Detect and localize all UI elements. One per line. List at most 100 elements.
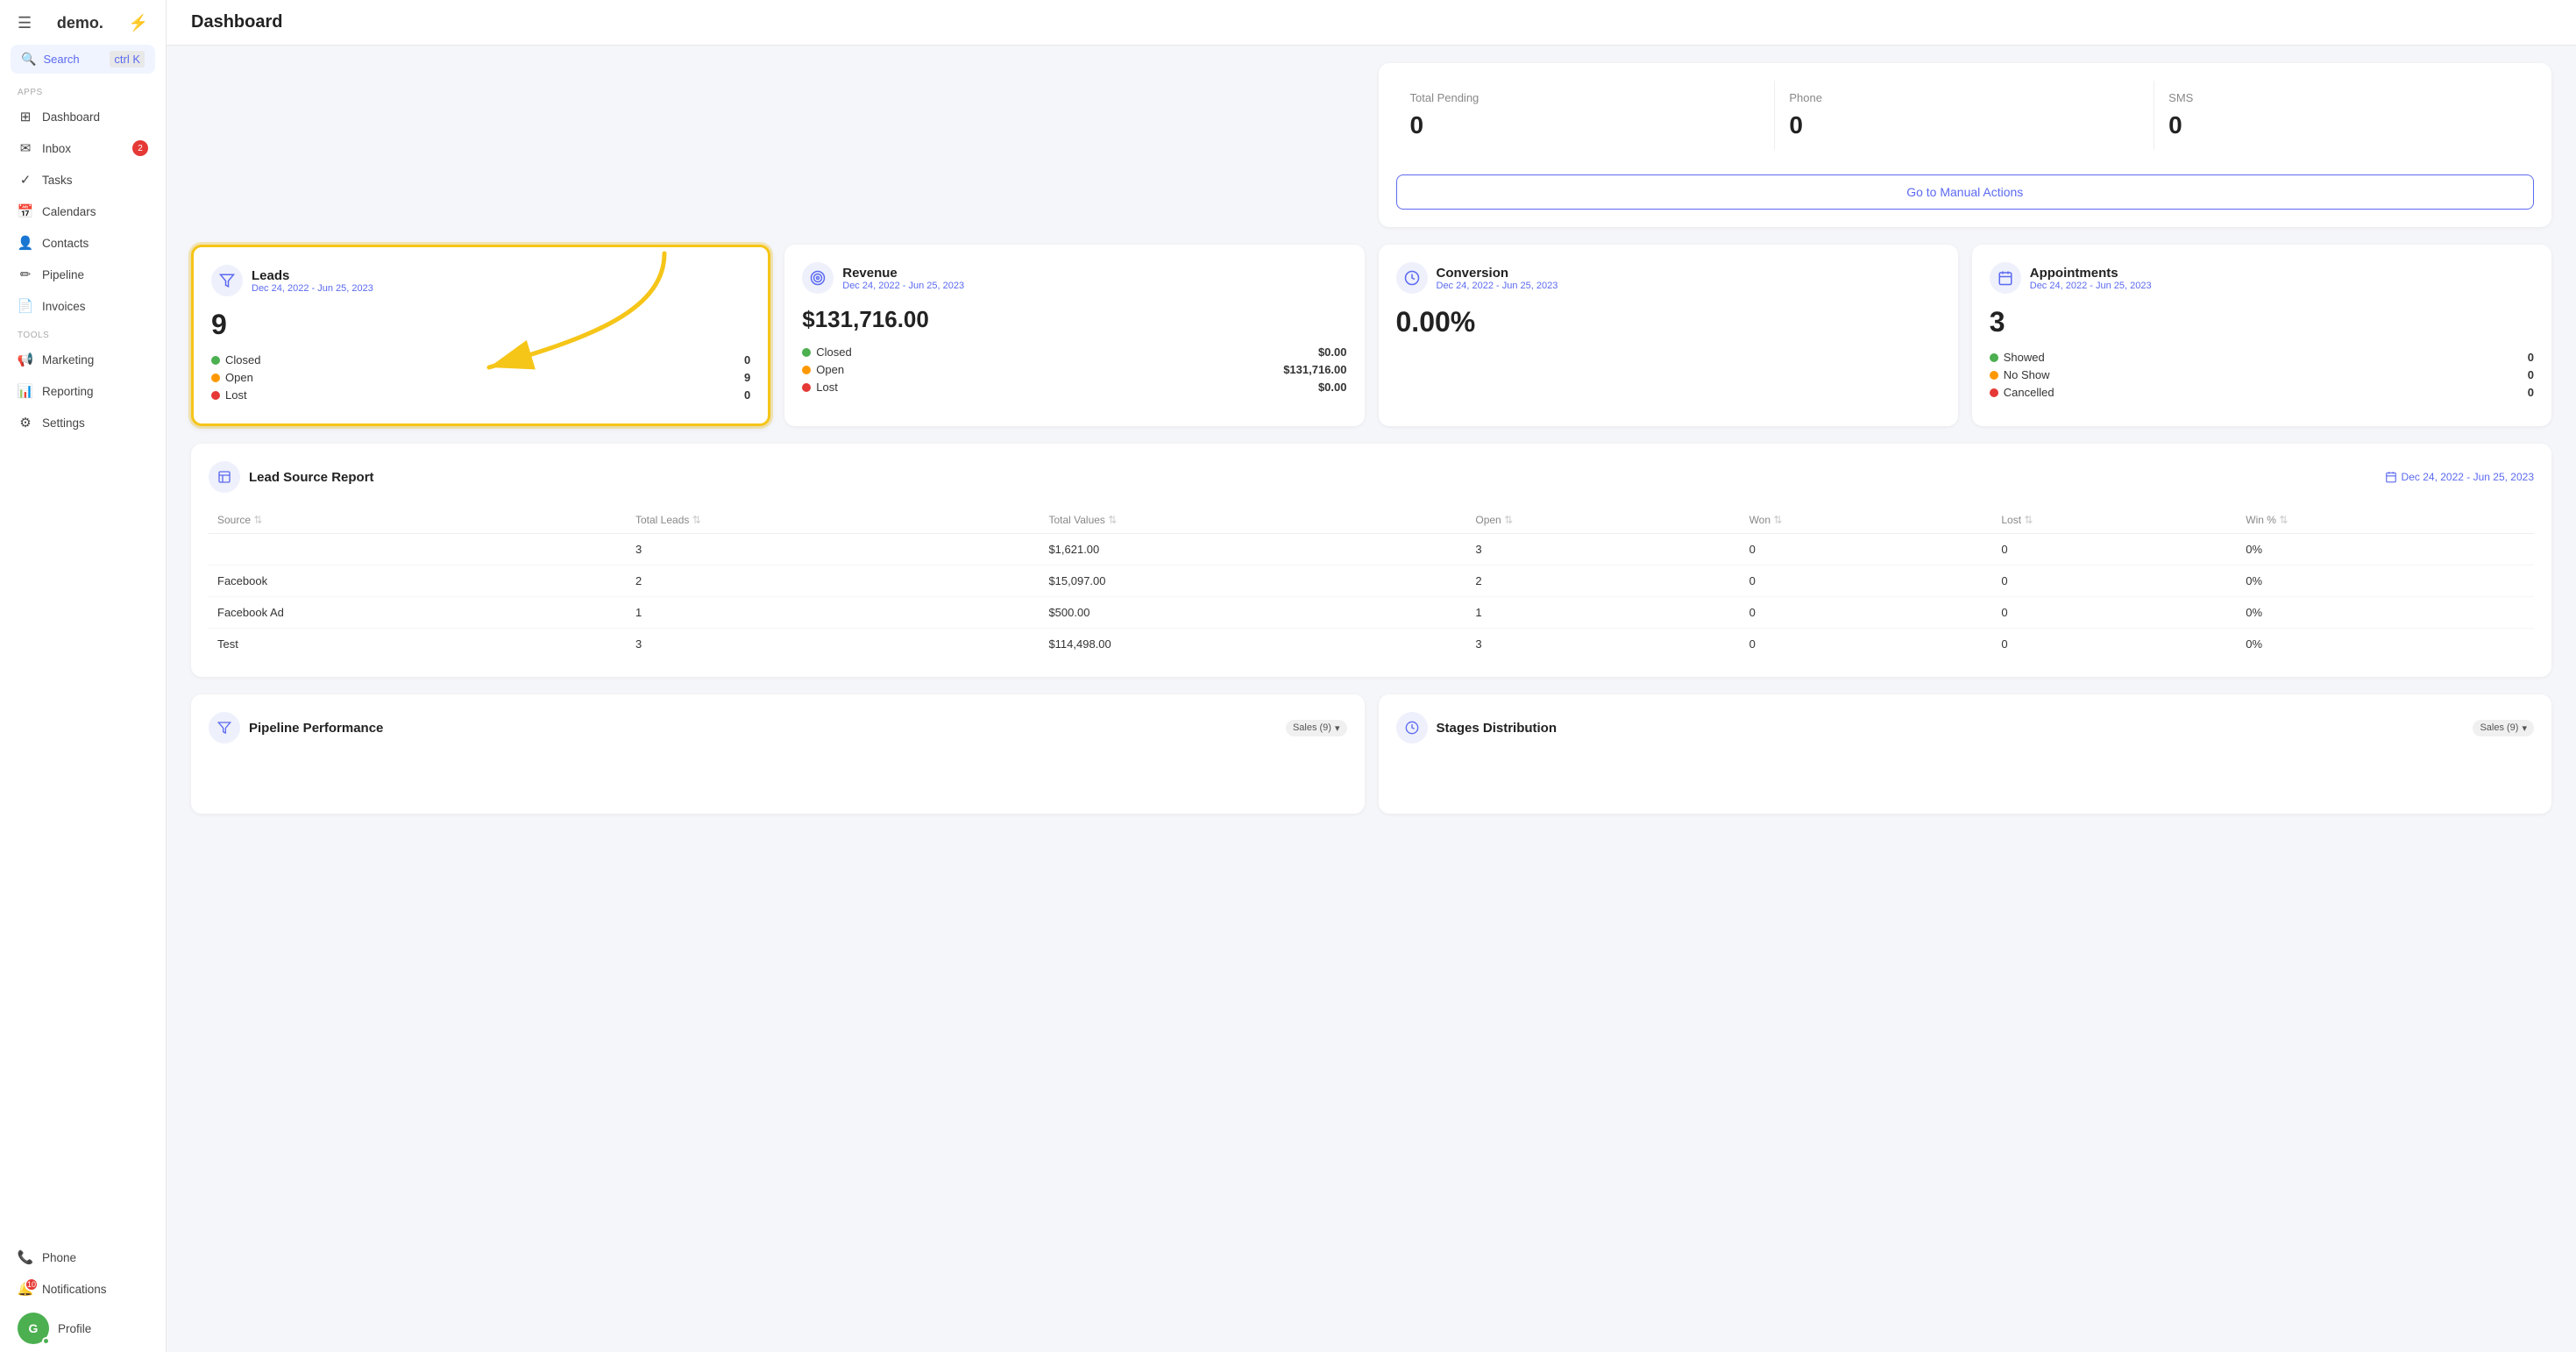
hamburger-icon[interactable]: ☰ [18, 14, 32, 32]
sidebar-item-label: Profile [58, 1322, 91, 1335]
topbar: Dashboard [167, 0, 2576, 46]
stages-chart-placeholder [1396, 744, 2535, 796]
appointments-icon [1990, 262, 2021, 294]
col-lost: Lost ⇅ [1992, 507, 2237, 534]
sidebar-item-dashboard[interactable]: ⊞ Dashboard [0, 101, 166, 132]
open-value: 9 [744, 371, 750, 384]
conversion-card: Conversion Dec 24, 2022 - Jun 25, 2023 0… [1379, 245, 1958, 426]
noshow-dot [1990, 371, 1998, 380]
sidebar-item-label: Marketing [42, 353, 94, 366]
cell-open: 3 [1466, 629, 1740, 660]
appointments-card-title: Appointments [2030, 266, 2152, 281]
main-cards-section: Leads Dec 24, 2022 - Jun 25, 2023 9 Clos… [191, 245, 2551, 426]
leads-stat-open: Open 9 [211, 371, 750, 384]
sms-pending-cell: SMS 0 [2154, 81, 2534, 150]
cell-total-values: $1,621.00 [1040, 534, 1466, 566]
revenue-icon [802, 262, 834, 294]
pipeline-sales-label: Sales (9) [1293, 722, 1331, 733]
cell-total-values: $500.00 [1040, 597, 1466, 629]
sidebar-item-label: Calendars [42, 205, 96, 218]
search-icon: 🔍 [21, 52, 36, 67]
calendars-icon: 📅 [18, 203, 33, 219]
sidebar-item-contacts[interactable]: 👤 Contacts [0, 227, 166, 259]
stages-sales-dropdown[interactable]: Sales (9) ▾ [2473, 720, 2534, 736]
cell-lost: 0 [1992, 597, 2237, 629]
col-total-leads: Total Leads ⇅ [627, 507, 1040, 534]
apps-section-label: Apps [0, 79, 166, 101]
r-lost-value: $0.00 [1318, 381, 1347, 394]
cancelled-dot [1990, 388, 1998, 397]
pipeline-sales-dropdown[interactable]: Sales (9) ▾ [1286, 720, 1347, 736]
sidebar-logo-area: ☰ demo. ⚡ [0, 0, 166, 39]
sidebar-item-label: Invoices [42, 300, 86, 313]
notifications-badge: 10 [25, 1277, 39, 1292]
sidebar-item-label: Pipeline [42, 268, 84, 281]
lead-source-table: Source ⇅ Total Leads ⇅ Total Values ⇅ Op… [209, 507, 2534, 659]
stages-distribution-title: Stages Distribution [1396, 712, 1558, 744]
phone-pending-value: 0 [1789, 111, 2140, 139]
appt-stat-noshow: No Show 0 [1990, 368, 2534, 381]
manual-actions-button[interactable]: Go to Manual Actions [1396, 174, 2535, 210]
table-row: Test 3 $114,498.00 3 0 0 0% [209, 629, 2534, 660]
sidebar-item-calendars[interactable]: 📅 Calendars [0, 196, 166, 227]
r-lost-dot [802, 383, 811, 392]
total-pending-value: 0 [1410, 111, 1761, 139]
revenue-card-date: Dec 24, 2022 - Jun 25, 2023 [842, 281, 964, 291]
noshow-value: 0 [2528, 368, 2534, 381]
page-title: Dashboard [191, 12, 282, 32]
lead-source-date-text: Dec 24, 2022 - Jun 25, 2023 [2402, 471, 2534, 483]
cell-total-leads: 3 [627, 629, 1040, 660]
revenue-card: Revenue Dec 24, 2022 - Jun 25, 2023 $131… [784, 245, 1364, 426]
appointments-total: 3 [1990, 306, 2534, 338]
sidebar-item-label: Inbox [42, 142, 71, 155]
table-row: 3 $1,621.00 3 0 0 0% [209, 534, 2534, 566]
showed-value: 0 [2528, 351, 2534, 364]
bolt-icon[interactable]: ⚡ [129, 14, 148, 32]
sidebar-item-marketing[interactable]: 📢 Marketing [0, 344, 166, 375]
marketing-icon: 📢 [18, 352, 33, 367]
pipeline-performance-title: Pipeline Performance [209, 712, 383, 744]
phone-icon: 📞 [18, 1249, 33, 1265]
sidebar-item-settings[interactable]: ⚙ Settings [0, 407, 166, 438]
stages-distribution-header: Stages Distribution Sales (9) ▾ [1396, 712, 2535, 744]
leads-icon [211, 265, 243, 296]
cell-open: 3 [1466, 534, 1740, 566]
revenue-total: $131,716.00 [802, 306, 1346, 333]
r-open-value: $131,716.00 [1283, 363, 1346, 376]
leads-card-header: Leads Dec 24, 2022 - Jun 25, 2023 [211, 265, 750, 296]
stages-distribution-title-text: Stages Distribution [1437, 721, 1558, 736]
sidebar-item-tasks[interactable]: ✓ Tasks [0, 164, 166, 196]
lead-source-title-text: Lead Source Report [249, 470, 374, 485]
r-closed-label: Closed [816, 345, 851, 359]
lost-value: 0 [744, 388, 750, 402]
cell-won: 0 [1741, 566, 1993, 597]
main-content: Dashboard Total Pending 0 Phone 0 [167, 0, 2576, 1352]
cell-win-pct: 0% [2237, 534, 2534, 566]
leads-stat-closed: Closed 0 [211, 353, 750, 366]
cell-source [209, 534, 627, 566]
r-open-label: Open [816, 363, 844, 376]
leads-card: Leads Dec 24, 2022 - Jun 25, 2023 9 Clos… [191, 245, 770, 426]
showed-dot [1990, 353, 1998, 362]
sidebar-item-phone[interactable]: 📞 Phone [0, 1242, 166, 1273]
sidebar-item-invoices[interactable]: 📄 Invoices [0, 290, 166, 322]
content-area: Total Pending 0 Phone 0 SMS 0 Go to Manu… [167, 46, 2576, 1352]
sms-pending-value: 0 [2168, 111, 2520, 139]
cancelled-value: 0 [2528, 386, 2534, 399]
revenue-card-header: Revenue Dec 24, 2022 - Jun 25, 2023 [802, 262, 1346, 294]
sidebar-item-reporting[interactable]: 📊 Reporting [0, 375, 166, 407]
conversion-total: 0.00% [1396, 306, 1941, 338]
sidebar-item-inbox[interactable]: ✉ Inbox 2 [0, 132, 166, 164]
leads-total: 9 [211, 309, 750, 341]
cell-source: Facebook [209, 566, 627, 597]
open-label: Open [225, 371, 253, 384]
sidebar-item-pipeline[interactable]: ✏ Pipeline [0, 259, 166, 290]
sidebar-item-profile[interactable]: G Profile [0, 1305, 166, 1352]
cell-total-values: $114,498.00 [1040, 629, 1466, 660]
sms-pending-label: SMS [2168, 91, 2520, 104]
lead-source-report-header: Lead Source Report Dec 24, 2022 - Jun 25… [209, 461, 2534, 493]
sidebar-item-notifications[interactable]: 🔔 10 Notifications [0, 1273, 166, 1305]
sidebar-item-label: Dashboard [42, 110, 100, 124]
table-row: Facebook 2 $15,097.00 2 0 0 0% [209, 566, 2534, 597]
search-bar[interactable]: 🔍 Search ctrl K [11, 45, 155, 74]
